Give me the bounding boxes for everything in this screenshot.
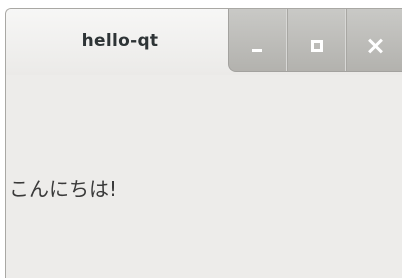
window-title: hello-qt	[81, 31, 159, 51]
greeting-label: こんにちは!	[9, 177, 118, 201]
window-controls	[228, 9, 402, 72]
window-content: こんにちは!	[6, 75, 402, 278]
maximize-button[interactable]	[286, 9, 344, 71]
titlebar[interactable]: hello-qt	[6, 9, 402, 75]
close-icon	[369, 39, 383, 53]
app-window: hello-qt こんにちは!	[5, 8, 402, 278]
minimize-icon	[252, 49, 262, 52]
maximize-icon	[311, 40, 324, 52]
minimize-button[interactable]	[229, 9, 286, 71]
close-button[interactable]	[344, 9, 402, 71]
